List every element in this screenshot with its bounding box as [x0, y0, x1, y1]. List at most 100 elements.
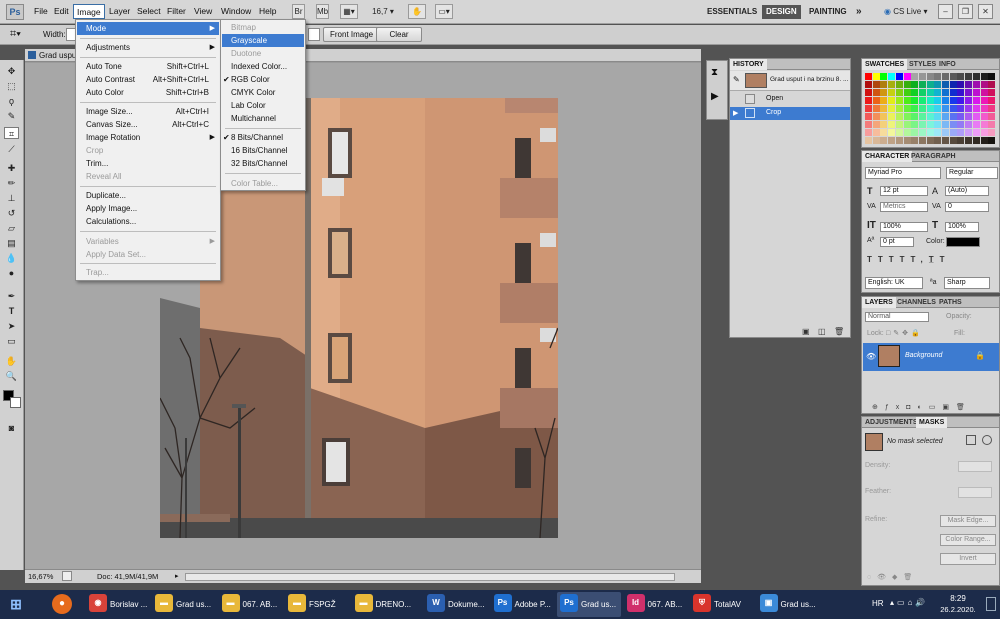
- color-swatch[interactable]: [888, 73, 896, 80]
- notification-icon[interactable]: [986, 597, 996, 611]
- color-swatch[interactable]: [934, 97, 942, 104]
- color-swatch[interactable]: [865, 81, 872, 88]
- color-swatch[interactable]: [872, 121, 880, 128]
- color-swatch[interactable]: [926, 73, 934, 80]
- menu-select[interactable]: Select: [134, 4, 164, 19]
- tab-layers[interactable]: LAYERS: [862, 297, 896, 308]
- color-swatch[interactable]: [872, 137, 880, 144]
- color-swatch[interactable]: [949, 121, 957, 128]
- color-range-button[interactable]: Color Range...: [940, 534, 996, 546]
- horizontal-scale-input[interactable]: 100%: [945, 222, 979, 232]
- color-swatch[interactable]: [911, 129, 919, 136]
- menu-item-auto-tone[interactable]: Auto Tone Shift+Ctrl+L: [77, 60, 219, 73]
- color-swatch[interactable]: [926, 81, 934, 88]
- color-swatch[interactable]: [949, 81, 957, 88]
- font-family-select[interactable]: Myriad Pro: [865, 167, 941, 179]
- tab-history[interactable]: HISTORY: [730, 59, 767, 70]
- color-swatch[interactable]: [926, 129, 934, 136]
- menu-item-image-rotation[interactable]: Image Rotation ▶: [77, 131, 219, 144]
- color-swatch[interactable]: [957, 105, 965, 112]
- move-tool-icon[interactable]: ✥: [4, 65, 19, 77]
- mode-rgb-color[interactable]: ✔ RGB Color: [222, 73, 304, 86]
- color-swatch[interactable]: [934, 73, 942, 80]
- color-swatch[interactable]: [872, 129, 880, 136]
- history-snapshot[interactable]: ✎ Grad usput i na brzinu 8. ...: [730, 71, 850, 91]
- color-swatch[interactable]: [965, 129, 973, 136]
- color-swatch[interactable]: [880, 89, 888, 96]
- mode-8-bits[interactable]: ✔ 8 Bits/Channel: [222, 131, 304, 144]
- color-swatch[interactable]: [880, 73, 888, 80]
- color-swatch[interactable]: [880, 97, 888, 104]
- color-swatch[interactable]: [926, 105, 934, 112]
- pixel-mask-icon[interactable]: [966, 435, 976, 445]
- color-swatch[interactable]: [895, 129, 903, 136]
- text-style-buttons[interactable]: TTTTT,T̲T: [867, 255, 951, 264]
- path-select-tool-icon[interactable]: ➤: [4, 320, 19, 332]
- taskbar-app-button[interactable]: ▣ Grad us...: [757, 592, 821, 617]
- color-swatch[interactable]: [918, 113, 926, 120]
- quick-select-tool-icon[interactable]: ✎: [4, 110, 19, 122]
- tab-masks[interactable]: MASKS: [916, 417, 948, 428]
- antialias-select[interactable]: Sharp: [944, 277, 990, 289]
- color-swatch[interactable]: [957, 129, 965, 136]
- mode-grayscale[interactable]: Grayscale: [222, 34, 304, 47]
- dodge-tool-icon[interactable]: ●: [4, 267, 19, 279]
- taskbar-app-button[interactable]: W Dokume...: [424, 592, 488, 617]
- color-swatch[interactable]: [918, 73, 926, 80]
- color-swatch[interactable]: [957, 89, 965, 96]
- color-swatch[interactable]: [865, 97, 872, 104]
- tab-swatches[interactable]: SWATCHES: [862, 59, 908, 70]
- mode-lab-color[interactable]: Lab Color: [222, 99, 304, 112]
- color-swatch[interactable]: [880, 121, 888, 128]
- color-swatch[interactable]: [942, 81, 949, 88]
- color-swatch[interactable]: [988, 73, 996, 80]
- color-swatch[interactable]: [911, 97, 919, 104]
- color-swatch[interactable]: [988, 97, 996, 104]
- hand-tool-icon[interactable]: ✋: [4, 355, 19, 367]
- crop-tool-icon[interactable]: ⌗▾: [10, 28, 21, 41]
- resolution-unit-select[interactable]: [308, 28, 320, 41]
- vertical-scale-input[interactable]: 100%: [880, 222, 928, 232]
- color-swatch[interactable]: [918, 89, 926, 96]
- color-swatch[interactable]: [965, 121, 973, 128]
- color-swatch[interactable]: [903, 73, 911, 80]
- menu-layer[interactable]: Layer: [106, 4, 133, 19]
- color-swatch[interactable]: [972, 81, 980, 88]
- color-swatch[interactable]: [911, 137, 919, 144]
- color-swatch[interactable]: [934, 129, 942, 136]
- color-swatch[interactable]: [872, 97, 880, 104]
- clock-time[interactable]: 8:29: [938, 594, 978, 603]
- color-swatch[interactable]: [934, 121, 942, 128]
- color-swatch[interactable]: [895, 121, 903, 128]
- color-swatch[interactable]: [895, 137, 903, 144]
- tab-paths[interactable]: PATHS: [936, 297, 965, 308]
- color-swatch[interactable]: [888, 89, 896, 96]
- taskbar-app-button[interactable]: Ps Grad us...: [557, 592, 621, 617]
- color-swatch[interactable]: [988, 121, 996, 128]
- rectangle-tool-icon[interactable]: ▭: [4, 335, 19, 347]
- color-swatch[interactable]: [903, 89, 911, 96]
- color-swatch[interactable]: [911, 105, 919, 112]
- color-swatch[interactable]: [965, 113, 973, 120]
- menu-item-image-size[interactable]: Image Size... Alt+Ctrl+I: [77, 105, 219, 118]
- color-swatch[interactable]: [980, 89, 988, 96]
- color-swatch[interactable]: [980, 105, 988, 112]
- quick-mask-icon[interactable]: ◙: [4, 422, 19, 434]
- color-swatch[interactable]: [926, 121, 934, 128]
- color-swatch[interactable]: [949, 73, 957, 80]
- brush-tool-icon[interactable]: ✏: [4, 177, 19, 189]
- mode-indexed-color[interactable]: Indexed Color...: [222, 60, 304, 73]
- color-swatch[interactable]: [980, 97, 988, 104]
- color-swatch[interactable]: [926, 137, 934, 144]
- system-tray-icons[interactable]: ▴▭⌂🔊: [890, 598, 928, 607]
- color-swatch[interactable]: [949, 89, 957, 96]
- color-swatch[interactable]: [895, 89, 903, 96]
- status-menu-arrow-icon[interactable]: ▸: [175, 572, 179, 580]
- color-swatch[interactable]: [918, 97, 926, 104]
- zoom-tool-icon[interactable]: 🔍: [4, 370, 19, 382]
- color-swatch[interactable]: [957, 137, 965, 144]
- color-swatch[interactable]: [888, 105, 896, 112]
- color-swatch[interactable]: [918, 137, 926, 144]
- color-swatch[interactable]: [918, 105, 926, 112]
- tab-info[interactable]: INFO: [936, 59, 959, 70]
